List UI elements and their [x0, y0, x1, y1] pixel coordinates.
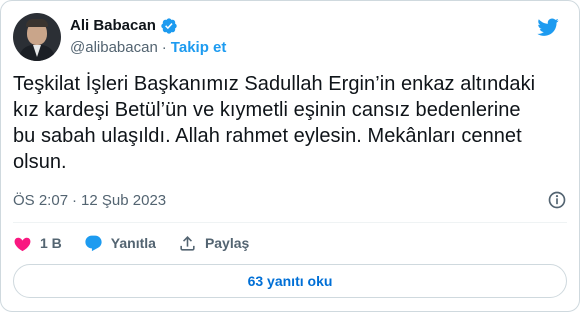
follow-button[interactable]: Takip et — [171, 38, 227, 58]
info-icon[interactable] — [547, 190, 567, 210]
separator-dot: · — [72, 191, 78, 209]
tweet-card: Ali Babacan @alibabacan · Takip et Teşki… — [0, 0, 580, 312]
heart-icon — [14, 237, 31, 251]
author-name[interactable]: Ali Babacan — [70, 16, 156, 36]
reply-label: Yanıtla — [110, 235, 156, 251]
twitter-bird-icon[interactable] — [535, 16, 561, 38]
reply-icon — [85, 235, 102, 251]
read-replies-button[interactable]: 63 yanıtı oku — [13, 264, 567, 298]
divider — [13, 222, 567, 223]
tweet-date[interactable]: 12 Şub 2023 — [81, 192, 166, 209]
author-handle[interactable]: @alibabacan — [70, 38, 158, 58]
share-label: Paylaş — [204, 235, 250, 251]
avatar[interactable] — [13, 13, 61, 61]
tweet-text: Teşkilat İşleri Başkanımız Sadullah Ergi… — [13, 73, 536, 173]
separator-dot: · — [161, 39, 167, 56]
like-count: 1 B — [40, 235, 62, 251]
tweet-time[interactable]: ÖS 2:07 — [13, 192, 68, 209]
reply-button[interactable]: Yanıtla — [84, 234, 156, 253]
tweet-header: Ali Babacan @alibabacan · Takip et — [13, 13, 567, 61]
author-name-row: Ali Babacan — [70, 16, 178, 36]
author-handle-row: @alibabacan · Takip et — [70, 38, 226, 58]
share-button[interactable]: Paylaş — [178, 234, 249, 253]
like-button[interactable]: 1 B — [13, 234, 62, 253]
share-icon — [180, 235, 195, 251]
tweet-meta: ÖS 2:07 · 12 Şub 2023 — [13, 189, 567, 211]
verified-badge-icon — [161, 18, 177, 34]
action-bar: 1 B Yanıtla Paylaş — [13, 230, 271, 256]
